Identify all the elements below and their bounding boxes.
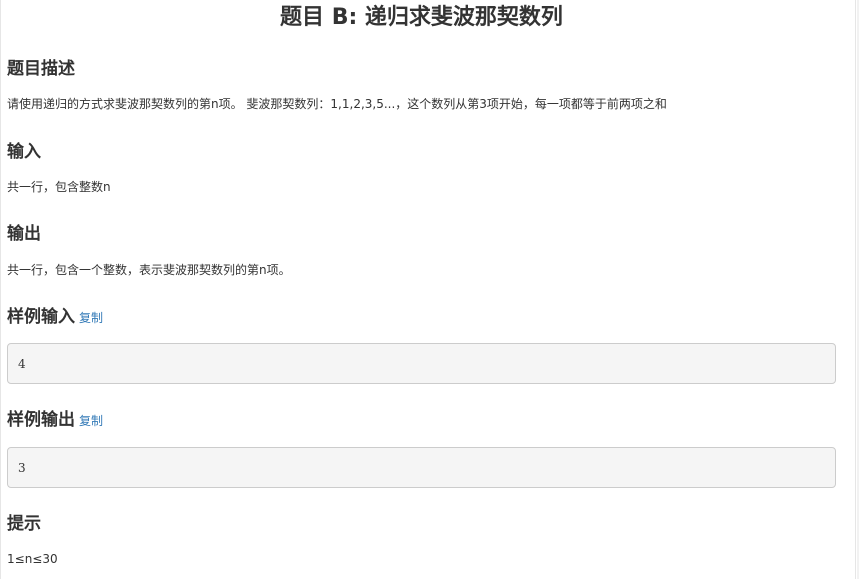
- description-text: 请使用递归的方式求斐波那契数列的第n项。 斐波那契数列：1,1,2,3,5...…: [7, 97, 667, 111]
- output-text: 共一行，包含一个整数，表示斐波那契数列的第n项。: [7, 263, 291, 277]
- right-border: [855, 0, 856, 579]
- sample-input-copy-link[interactable]: 复制: [79, 311, 103, 325]
- hint-text: 1≤n≤30: [7, 552, 58, 566]
- description-heading: 题目描述: [7, 59, 75, 79]
- sample-output-heading-label: 样例输出: [7, 410, 75, 430]
- problem-page: 题目 B: 递归求斐波那契数列 题目描述 请使用递归的方式求斐波那契数列的第n项…: [0, 0, 859, 579]
- sample-input-box[interactable]: 4: [7, 343, 836, 384]
- sample-output-heading: 样例输出 复制: [7, 409, 103, 432]
- output-heading: 输出: [7, 224, 41, 244]
- sample-output-box[interactable]: 3: [7, 447, 836, 488]
- sample-input-heading: 样例输入 复制: [7, 306, 103, 329]
- sample-input-heading-label: 样例输入: [7, 307, 75, 327]
- problem-title: 题目 B: 递归求斐波那契数列: [280, 5, 563, 30]
- hint-heading: 提示: [7, 514, 41, 534]
- input-heading: 输入: [7, 142, 41, 162]
- input-text: 共一行，包含整数n: [7, 180, 111, 194]
- sample-output-copy-link[interactable]: 复制: [79, 414, 103, 428]
- left-border: [0, 0, 1, 579]
